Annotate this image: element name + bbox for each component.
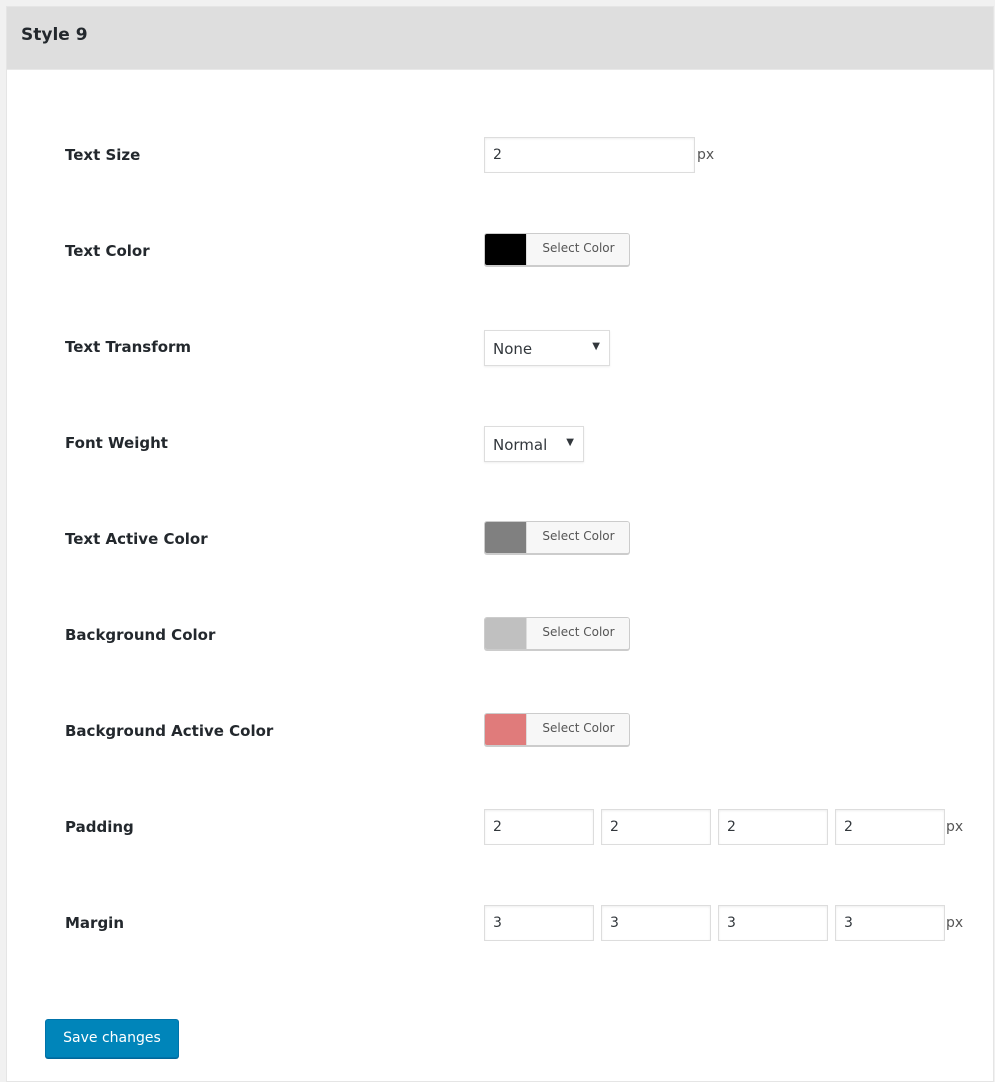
text-color-button-label: Select Color	[526, 234, 629, 265]
padding-unit: px	[946, 819, 964, 835]
text-size-label: Text Size	[65, 146, 141, 164]
margin-label: Margin	[65, 914, 125, 932]
text-transform-select[interactable]: None ▼	[484, 330, 610, 366]
text-active-color-label: Text Active Color	[65, 530, 208, 548]
margin-right-input[interactable]	[601, 905, 711, 941]
font-weight-select[interactable]: Normal ▼	[484, 426, 584, 462]
text-active-color-swatch	[485, 522, 526, 553]
panel-title: Style 9	[21, 25, 88, 45]
text-color-picker-button[interactable]: Select Color	[484, 233, 630, 266]
text-transform-value: None	[493, 340, 533, 358]
save-changes-button[interactable]: Save changes	[45, 1019, 179, 1058]
padding-right-input[interactable]	[601, 809, 711, 845]
style-panel: Style 9 Text Size px Text Color Select C…	[6, 6, 994, 1082]
text-size-unit: px	[697, 147, 715, 163]
dropdown-arrow-icon: ▼	[566, 437, 574, 448]
padding-bottom-input[interactable]	[718, 809, 828, 845]
font-weight-label: Font Weight	[65, 434, 168, 452]
font-weight-value: Normal	[493, 436, 548, 454]
background-color-button-label: Select Color	[526, 618, 629, 649]
text-transform-label: Text Transform	[65, 338, 192, 356]
text-color-swatch	[485, 234, 526, 265]
text-color-label: Text Color	[65, 242, 150, 260]
margin-unit: px	[946, 915, 964, 931]
background-color-swatch	[485, 618, 526, 649]
padding-label: Padding	[65, 818, 134, 836]
text-active-color-button-label: Select Color	[526, 522, 629, 553]
panel-header: Style 9	[7, 7, 993, 70]
background-active-color-picker-button[interactable]: Select Color	[484, 713, 630, 746]
margin-left-input[interactable]	[835, 905, 945, 941]
background-active-color-swatch	[485, 714, 526, 745]
text-size-input[interactable]	[484, 137, 695, 173]
margin-bottom-input[interactable]	[718, 905, 828, 941]
background-color-label: Background Color	[65, 626, 216, 644]
padding-left-input[interactable]	[835, 809, 945, 845]
background-active-color-label: Background Active Color	[65, 722, 274, 740]
dropdown-arrow-icon: ▼	[592, 341, 600, 352]
text-active-color-picker-button[interactable]: Select Color	[484, 521, 630, 554]
margin-top-input[interactable]	[484, 905, 594, 941]
background-active-color-button-label: Select Color	[526, 714, 629, 745]
background-color-picker-button[interactable]: Select Color	[484, 617, 630, 650]
padding-top-input[interactable]	[484, 809, 594, 845]
